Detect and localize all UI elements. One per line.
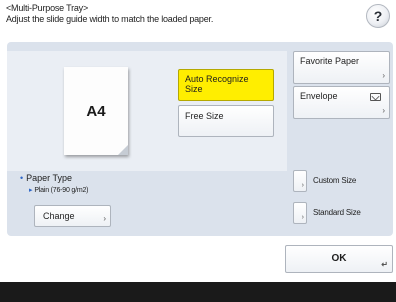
- return-icon: ↵: [381, 260, 388, 269]
- paper-type-value-row: ▸ Plain (76-90 g/m2): [29, 186, 89, 194]
- change-paper-type-button[interactable]: Change ›: [34, 205, 111, 227]
- chevron-right-icon: ›: [382, 106, 385, 115]
- bullet-icon: •: [20, 173, 24, 183]
- change-label: Change: [43, 211, 75, 221]
- chevron-right-icon: ›: [382, 71, 385, 80]
- paper-size-label: A4: [86, 103, 106, 120]
- tray-title: <Multi-Purpose Tray>: [6, 3, 89, 13]
- bottom-bar: [0, 282, 396, 302]
- tray-instruction: Adjust the slide guide width to match th…: [6, 14, 214, 24]
- paper-type-value: Plain (76-90 g/m2): [34, 187, 89, 194]
- envelope-icon: [370, 93, 381, 101]
- chevron-right-icon: ›: [301, 182, 304, 189]
- paper-type-label: Paper Type: [26, 173, 73, 183]
- paper-type-heading: • Paper Type: [20, 173, 72, 183]
- ok-button[interactable]: OK ↵: [285, 245, 393, 273]
- arrow-bullet-icon: ▸: [29, 187, 33, 194]
- paper-preview: A4: [64, 67, 128, 155]
- free-size-label: Free Size: [185, 111, 224, 121]
- custom-size-button[interactable]: ›: [293, 170, 307, 192]
- chevron-right-icon: ›: [103, 214, 106, 223]
- auto-recognize-size-button[interactable]: Auto Recognize Size: [178, 69, 274, 101]
- standard-size-label: Standard Size: [313, 208, 361, 217]
- free-size-button[interactable]: Free Size: [178, 105, 274, 137]
- envelope-button[interactable]: Envelope ›: [293, 86, 390, 119]
- favorite-paper-button[interactable]: Favorite Paper ›: [293, 51, 390, 84]
- standard-size-button[interactable]: ›: [293, 202, 307, 224]
- favorite-paper-label: Favorite Paper: [300, 56, 360, 66]
- header: <Multi-Purpose Tray> Adjust the slide gu…: [6, 3, 346, 25]
- help-button[interactable]: ?: [366, 4, 390, 28]
- help-icon: ?: [373, 8, 383, 24]
- envelope-label: Envelope: [300, 91, 338, 101]
- chevron-right-icon: ›: [301, 214, 304, 221]
- ok-label: OK: [331, 253, 347, 264]
- auto-recognize-size-label: Auto Recognize Size: [185, 74, 249, 94]
- custom-size-label: Custom Size: [313, 176, 357, 185]
